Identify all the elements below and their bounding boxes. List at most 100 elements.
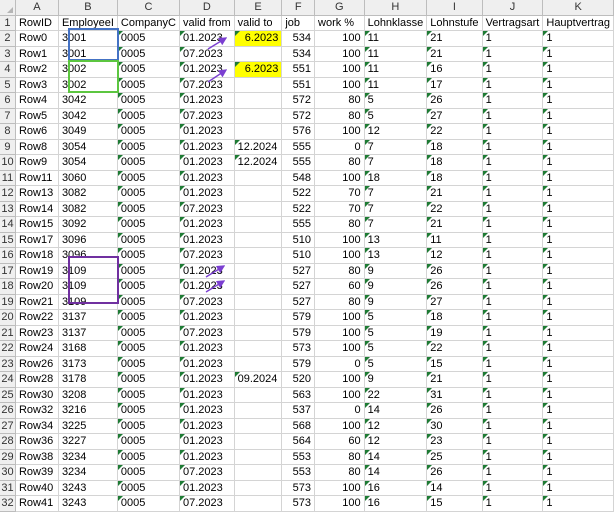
- cell[interactable]: 1: [542, 201, 614, 217]
- cell[interactable]: [234, 216, 283, 233]
- cell[interactable]: 26: [426, 402, 483, 419]
- cell[interactable]: 3002: [58, 77, 118, 93]
- column-header-k[interactable]: K: [542, 0, 614, 16]
- row-header[interactable]: 13: [0, 201, 17, 217]
- cell[interactable]: 80: [314, 154, 365, 171]
- cell[interactable]: 3001: [58, 30, 118, 47]
- cell[interactable]: Row32: [15, 402, 59, 419]
- cell[interactable]: 1: [542, 247, 614, 264]
- cell[interactable]: 551: [281, 77, 316, 93]
- cell[interactable]: 1: [542, 30, 614, 47]
- header-cell[interactable]: valid from: [179, 15, 235, 31]
- cell[interactable]: 3092: [58, 216, 118, 233]
- cell[interactable]: Row22: [15, 309, 59, 326]
- cell[interactable]: 0005: [117, 92, 180, 109]
- cell[interactable]: 1: [482, 77, 544, 93]
- cell[interactable]: 522: [281, 185, 316, 202]
- row-header[interactable]: 8: [0, 123, 17, 140]
- cell[interactable]: 70: [314, 185, 365, 202]
- cell[interactable]: 1: [482, 92, 544, 109]
- cell[interactable]: 01.2023: [179, 418, 235, 434]
- cell[interactable]: 1: [542, 46, 614, 62]
- cell[interactable]: 0005: [117, 46, 180, 62]
- cell[interactable]: [234, 402, 283, 419]
- row-header[interactable]: 21: [0, 325, 17, 341]
- cell[interactable]: 3109: [58, 278, 118, 295]
- header-cell[interactable]: Vertragsart: [482, 15, 544, 31]
- cell[interactable]: 1: [542, 216, 614, 233]
- cell[interactable]: 1: [542, 356, 614, 372]
- cell[interactable]: 01.2023: [179, 387, 235, 403]
- cell[interactable]: 1: [482, 263, 544, 279]
- cell[interactable]: 0005: [117, 123, 180, 140]
- row-header[interactable]: 1: [0, 15, 17, 31]
- cell[interactable]: Row21: [15, 294, 59, 310]
- cell[interactable]: 1: [482, 387, 544, 403]
- cell[interactable]: 0005: [117, 216, 180, 233]
- cell[interactable]: [234, 418, 283, 434]
- cell[interactable]: 21: [426, 30, 483, 47]
- cell[interactable]: 1: [482, 30, 544, 47]
- cell[interactable]: [234, 480, 283, 496]
- row-header[interactable]: 2: [0, 30, 17, 47]
- cell[interactable]: 572: [281, 92, 316, 109]
- cell[interactable]: 0005: [117, 278, 180, 295]
- cell[interactable]: 3054: [58, 154, 118, 171]
- cell[interactable]: 70: [314, 201, 365, 217]
- cell[interactable]: 3234: [58, 464, 118, 481]
- cell[interactable]: 1: [482, 402, 544, 419]
- cell[interactable]: Row4: [15, 92, 59, 109]
- cell[interactable]: Row30: [15, 387, 59, 403]
- cell[interactable]: Row0: [15, 30, 59, 47]
- cell[interactable]: 22: [364, 387, 428, 403]
- column-header-b[interactable]: B: [58, 0, 118, 16]
- header-cell[interactable]: job: [281, 15, 316, 31]
- cell[interactable]: 14: [364, 402, 428, 419]
- cell[interactable]: 100: [314, 340, 365, 357]
- cell[interactable]: 11: [364, 61, 428, 78]
- row-header[interactable]: 10: [0, 154, 17, 171]
- cell[interactable]: 100: [314, 123, 365, 140]
- cell[interactable]: 0005: [117, 185, 180, 202]
- cell[interactable]: 1: [542, 387, 614, 403]
- column-header-j[interactable]: J: [482, 0, 544, 16]
- row-header[interactable]: 17: [0, 263, 17, 279]
- cell[interactable]: 527: [281, 278, 316, 295]
- column-header-a[interactable]: A: [15, 0, 59, 16]
- cell[interactable]: 100: [314, 77, 365, 93]
- cell[interactable]: Row18: [15, 247, 59, 264]
- cell[interactable]: Row14: [15, 201, 59, 217]
- cell[interactable]: 3096: [58, 232, 118, 248]
- cell[interactable]: 25: [426, 449, 483, 465]
- cell[interactable]: 100: [314, 371, 365, 388]
- cell[interactable]: [234, 232, 283, 248]
- cell[interactable]: 23: [426, 433, 483, 450]
- cell[interactable]: 1: [542, 139, 614, 155]
- cell[interactable]: 11: [364, 77, 428, 93]
- cell[interactable]: 22: [426, 123, 483, 140]
- header-cell[interactable]: work %: [314, 15, 365, 31]
- row-header[interactable]: 27: [0, 418, 17, 434]
- cell[interactable]: 3234: [58, 449, 118, 465]
- cell[interactable]: [234, 449, 283, 465]
- row-header[interactable]: 20: [0, 309, 17, 326]
- cell[interactable]: [234, 294, 283, 310]
- cell[interactable]: 572: [281, 108, 316, 124]
- row-header[interactable]: 19: [0, 294, 17, 310]
- header-cell[interactable]: RowID: [15, 15, 59, 31]
- cell[interactable]: 0005: [117, 263, 180, 279]
- cell[interactable]: 3137: [58, 309, 118, 326]
- cell[interactable]: 31: [426, 387, 483, 403]
- cell[interactable]: 555: [281, 139, 316, 155]
- cell[interactable]: 527: [281, 263, 316, 279]
- header-cell[interactable]: Lohnklasse: [364, 15, 428, 31]
- cell[interactable]: 0005: [117, 402, 180, 419]
- cell[interactable]: 1: [482, 418, 544, 434]
- cell[interactable]: 1: [542, 185, 614, 202]
- cell[interactable]: 09.2024: [234, 371, 283, 388]
- cell[interactable]: 60: [314, 433, 365, 450]
- cell[interactable]: 0: [314, 356, 365, 372]
- cell[interactable]: 520: [281, 371, 316, 388]
- cell[interactable]: 01.2023: [179, 185, 235, 202]
- cell[interactable]: 1: [542, 154, 614, 171]
